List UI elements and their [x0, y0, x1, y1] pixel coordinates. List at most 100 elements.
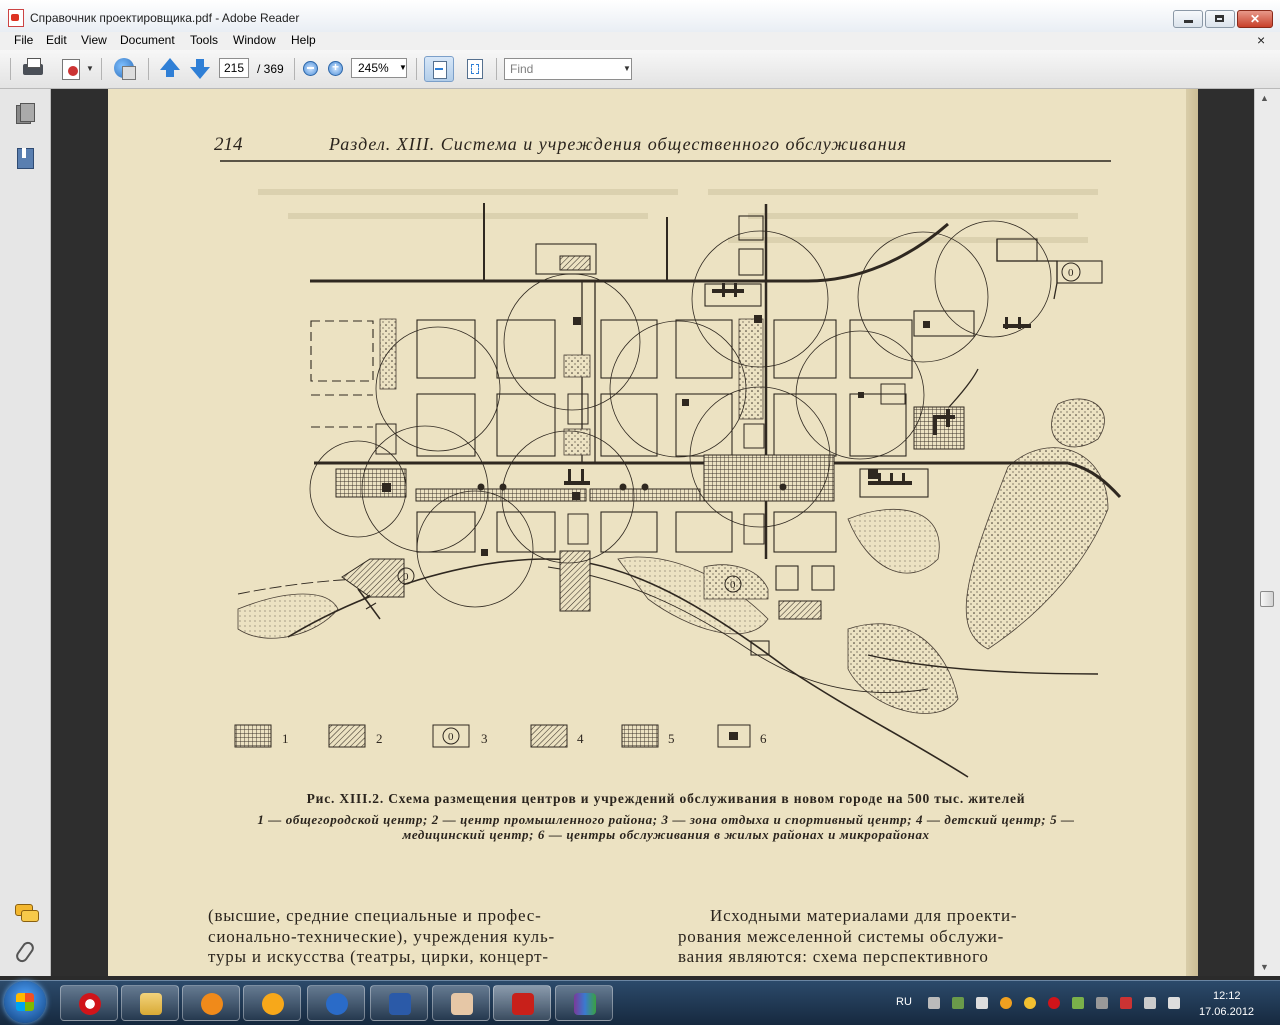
tray-app-icon[interactable] — [1096, 997, 1108, 1009]
window-title: Справочник проектировщика.pdf - Adobe Re… — [30, 11, 300, 25]
menu-edit[interactable]: Edit — [46, 33, 67, 47]
bookmarks-panel-icon[interactable] — [16, 147, 34, 169]
minimize-button[interactable] — [1173, 10, 1203, 28]
tray-keyboard-icon[interactable] — [928, 997, 940, 1009]
start-button[interactable] — [4, 981, 46, 1023]
tray-opera-icon[interactable] — [1048, 997, 1060, 1009]
pages-panel-icon[interactable] — [16, 103, 35, 125]
taskbar-download-icon[interactable] — [243, 985, 301, 1021]
taskbar-explorer-icon[interactable] — [121, 985, 179, 1021]
page-number: 214 — [214, 134, 243, 155]
left-column-line-3: туры и искусства (театры, цирки, концерт… — [208, 947, 549, 966]
figure-caption-title: Рис. XIII.2. Схема размещения центров и … — [306, 791, 1026, 806]
maximize-button[interactable] — [1205, 10, 1235, 28]
page-edge — [1186, 89, 1198, 976]
legend-number-2: 2 — [376, 731, 383, 746]
vertical-scrollbar[interactable]: ▲ ▼ — [1254, 89, 1280, 976]
document-area[interactable]: 214 Раздел. XIII. Система и учреждения о… — [51, 89, 1254, 976]
taskbar: RU 12:12 17.06.2012 — [0, 980, 1280, 1025]
tray-app-icon[interactable] — [1000, 997, 1012, 1009]
svg-text:0: 0 — [403, 571, 409, 583]
close-document-icon[interactable]: × — [1257, 32, 1265, 48]
left-column-line-1: (высшие, средние специальные и профес- — [208, 906, 542, 925]
menu-window[interactable]: Window — [233, 33, 276, 47]
legend-number-4: 4 — [577, 731, 584, 746]
tray-security-icon[interactable] — [1072, 997, 1084, 1009]
taskbar-viewer-icon[interactable] — [432, 985, 490, 1021]
create-pdf-icon[interactable] — [58, 56, 84, 82]
menu-file[interactable]: File — [14, 33, 33, 47]
figure-caption-items: 1 — общегородской центр; 2 — центр промы… — [257, 812, 1075, 842]
scrolling-mode-icon[interactable] — [424, 56, 454, 82]
tray-network-icon[interactable] — [1144, 997, 1156, 1009]
right-column-line-1: Исходными материалами для проекти- — [710, 906, 1018, 925]
taskbar-word-icon[interactable] — [370, 985, 428, 1021]
right-column-line-2: рования межселенной системы обслужи- — [678, 926, 1005, 946]
scroll-down-icon[interactable]: ▼ — [1260, 962, 1269, 972]
chevron-down-icon[interactable]: ▼ — [86, 64, 94, 90]
scroll-up-icon[interactable]: ▲ — [1260, 93, 1269, 103]
page-header: Раздел. XIII. Система и учреждения общес… — [328, 134, 907, 154]
tray-volume-icon[interactable] — [1168, 997, 1180, 1009]
comments-icon[interactable] — [15, 902, 39, 924]
zoom-in-icon[interactable] — [326, 56, 346, 82]
page-scan: 214 Раздел. XIII. Система и учреждения о… — [208, 134, 1122, 966]
tray-app-icon[interactable] — [976, 997, 988, 1009]
pdf-icon — [8, 9, 24, 27]
toolbar-separator — [10, 58, 11, 80]
zoom-select[interactable]: 245% ▼ — [351, 58, 407, 78]
legend-number-1: 1 — [282, 731, 289, 746]
zoom-value: 245% — [358, 61, 389, 75]
menu-tools[interactable]: Tools — [190, 33, 218, 47]
city-map: 0 0 0 — [237, 203, 1122, 778]
svg-text:0: 0 — [448, 731, 454, 743]
next-page-icon[interactable] — [188, 56, 212, 82]
toolbar-separator — [496, 58, 497, 80]
toolbar: ▼ — [0, 50, 1280, 89]
svg-text:0: 0 — [1068, 267, 1074, 279]
tray-app-icon[interactable] — [952, 997, 964, 1009]
navigation-pane — [0, 89, 51, 976]
taskbar-archiver-icon[interactable] — [555, 985, 613, 1021]
map-legend: 0 1 2 3 4 5 6 — [234, 724, 767, 748]
chevron-down-icon[interactable]: ▼ — [623, 64, 631, 73]
fit-page-icon[interactable] — [462, 56, 488, 82]
right-column-line-3: вания являются: схема перспективного — [678, 947, 989, 966]
legend-number-3: 3 — [481, 731, 488, 746]
page-number-input[interactable] — [219, 58, 249, 78]
chevron-down-icon[interactable]: ▼ — [399, 63, 407, 72]
clock-time[interactable]: 12:12 — [1213, 990, 1241, 1002]
title-bar: Справочник проектировщика.pdf - Adobe Re… — [0, 0, 1280, 33]
tray-flag-icon[interactable] — [1120, 997, 1132, 1009]
taskbar-adobe-reader-icon[interactable] — [493, 985, 551, 1021]
zoom-out-icon[interactable] — [301, 56, 321, 82]
toolbar-separator — [101, 58, 102, 80]
clock-date[interactable]: 17.06.2012 — [1199, 1006, 1254, 1018]
find-placeholder: Find — [510, 62, 534, 76]
collaborate-icon[interactable] — [110, 56, 138, 82]
previous-page-icon[interactable] — [158, 56, 182, 82]
taskbar-opera-icon[interactable] — [60, 985, 118, 1021]
toolbar-separator — [416, 58, 417, 80]
left-column-line-2: сионально-технические), учреждения куль- — [208, 926, 555, 946]
menu-bar: File Edit View Document Tools Window Hel… — [0, 32, 1280, 50]
find-input[interactable]: Find ▼ — [504, 58, 632, 80]
pdf-page: 214 Раздел. XIII. Система и учреждения о… — [108, 89, 1194, 976]
legend-number-5: 5 — [668, 731, 675, 746]
attachment-icon[interactable] — [16, 941, 34, 963]
menu-help[interactable]: Help — [291, 33, 316, 47]
scrollbar-thumb[interactable] — [1260, 591, 1274, 607]
taskbar-media-player-icon[interactable] — [182, 985, 240, 1021]
language-indicator[interactable]: RU — [896, 996, 912, 1008]
tray-app-icon[interactable] — [1024, 997, 1036, 1009]
taskbar-mail-icon[interactable] — [307, 985, 365, 1021]
menu-view[interactable]: View — [81, 33, 107, 47]
toolbar-separator — [294, 58, 295, 80]
legend-number-6: 6 — [760, 731, 767, 746]
toolbar-separator — [148, 58, 149, 80]
print-icon[interactable] — [20, 56, 46, 82]
close-button[interactable] — [1237, 10, 1273, 28]
menu-document[interactable]: Document — [120, 33, 175, 47]
svg-text:0: 0 — [730, 579, 736, 591]
page-total: / 369 — [257, 62, 284, 76]
